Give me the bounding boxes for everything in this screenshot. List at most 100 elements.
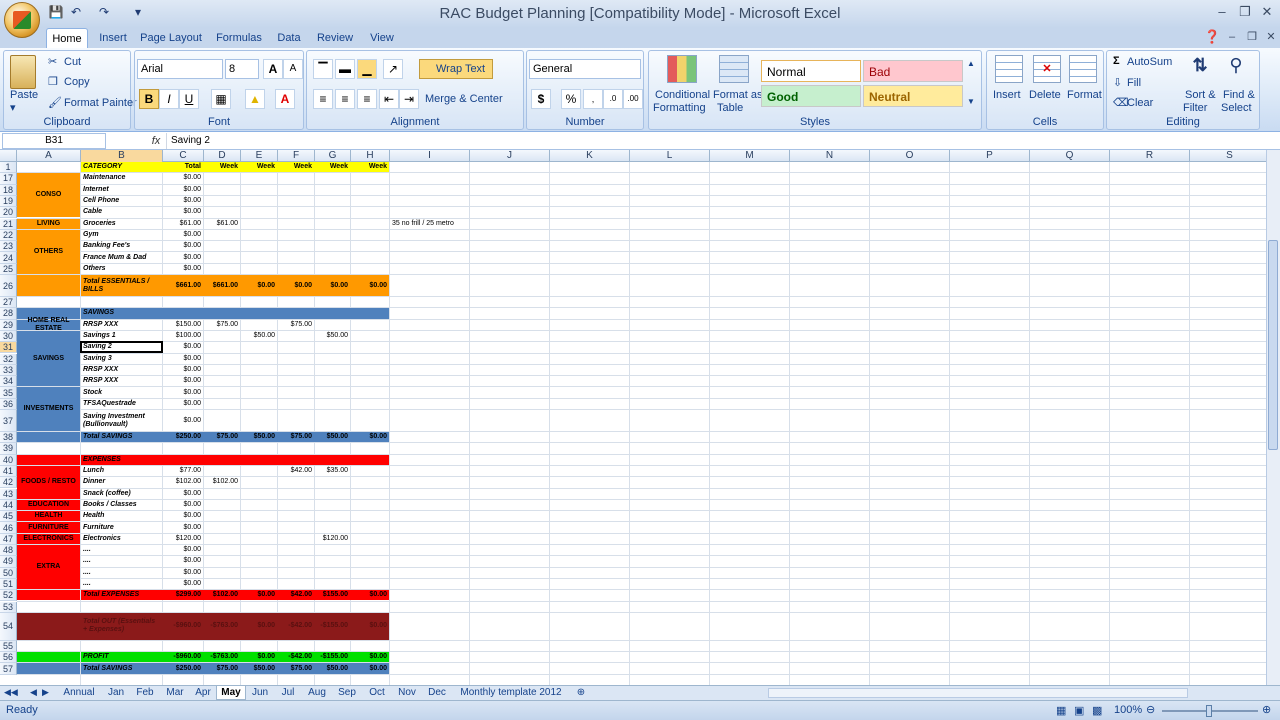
sheet-tab-feb[interactable]: Feb	[130, 686, 160, 700]
paste-icon[interactable]	[10, 55, 36, 89]
cell-value-g57[interactable]: $50.00	[315, 663, 350, 673]
find-select-label-2[interactable]: Select	[1221, 102, 1252, 114]
cell-value-c46[interactable]: $0.00	[163, 522, 203, 532]
tab-view[interactable]: View	[364, 28, 400, 48]
format-painter-button[interactable]: Format Painter	[64, 97, 137, 109]
cell-value-c42[interactable]: $102.00	[163, 477, 203, 487]
close-icon[interactable]: ✕	[1259, 4, 1275, 20]
cell-value-f38[interactable]: $75.00	[278, 432, 314, 442]
cell-value-c33[interactable]: $0.00	[163, 365, 203, 375]
italic-button[interactable]: I	[159, 89, 179, 109]
column-header-b[interactable]: B	[81, 150, 163, 162]
cell-category-b17[interactable]: Maintenance	[81, 173, 162, 183]
increase-decimal-icon[interactable]: .0	[603, 89, 623, 109]
row-header-56[interactable]: 56	[0, 652, 17, 664]
row-header-38[interactable]: 38	[0, 432, 17, 444]
align-right-icon[interactable]: ≡	[357, 89, 377, 109]
cell-category-b32[interactable]: Saving 3	[81, 354, 162, 364]
underline-button[interactable]: U	[179, 89, 199, 109]
row-header-25[interactable]: 25	[0, 263, 17, 275]
row-header-48[interactable]: 48	[0, 545, 17, 557]
cell-value-i21[interactable]: 35 no frill / 25 metro	[390, 219, 630, 229]
cell-value-g47[interactable]: $120.00	[315, 534, 350, 544]
row-header-46[interactable]: 46	[0, 522, 17, 534]
row-header-49[interactable]: 49	[0, 556, 17, 568]
column-header-k[interactable]: K	[550, 150, 630, 162]
decrease-indent-icon[interactable]: ⇤	[379, 89, 399, 109]
row-header-21[interactable]: 21	[0, 218, 17, 230]
insert-cells-button[interactable]: Insert	[993, 89, 1021, 101]
cell-value-c36[interactable]: $0.00	[163, 399, 203, 409]
wrap-text-button[interactable]: Wrap Text	[419, 59, 493, 79]
zoom-slider-thumb[interactable]	[1206, 705, 1212, 717]
cell-value-e38[interactable]: $50.00	[241, 432, 277, 442]
row-header-32[interactable]: 32	[0, 353, 17, 365]
cell-category-b42[interactable]: Dinner	[81, 477, 162, 487]
cell-category-b34[interactable]: RRSP XXX	[81, 376, 162, 386]
zoom-out-icon[interactable]: ⊖	[1146, 703, 1155, 716]
row-header-17[interactable]: 17	[0, 173, 17, 185]
cell-value-c41[interactable]: $77.00	[163, 466, 203, 476]
cell-value-g56[interactable]: -$155.00	[315, 652, 350, 662]
minimize-icon[interactable]: –	[1214, 4, 1230, 20]
cell-value-f29[interactable]: $75.00	[278, 320, 314, 330]
row-header-55[interactable]: 55	[0, 640, 17, 653]
formula-input[interactable]: Saving 2	[166, 133, 1266, 149]
undo-icon[interactable]: ↶	[68, 4, 84, 20]
cell-value-e57[interactable]: $50.00	[241, 663, 277, 673]
row-header-18[interactable]: 18	[0, 184, 17, 196]
cell-value-c49[interactable]: $0.00	[163, 556, 203, 566]
sort-filter-label-2[interactable]: Filter	[1183, 102, 1207, 114]
font-size-select[interactable]: 8	[225, 59, 259, 79]
cell-value-c54[interactable]: -$960.00	[163, 613, 203, 640]
style-bad[interactable]: Bad	[863, 60, 963, 82]
cell-value-e54[interactable]: $0.00	[241, 613, 277, 640]
cell-value-c23[interactable]: $0.00	[163, 241, 203, 251]
cell-category-b22[interactable]: Gym	[81, 230, 162, 240]
row-header-35[interactable]: 35	[0, 387, 17, 399]
cell-category-b45[interactable]: Health	[81, 511, 162, 521]
style-neutral[interactable]: Neutral	[863, 85, 963, 107]
cell-value-f1[interactable]: Week	[278, 162, 314, 172]
row-header-34[interactable]: 34	[0, 376, 17, 388]
cell-category-b1[interactable]: CATEGORY	[81, 162, 162, 172]
column-header-p[interactable]: P	[950, 150, 1030, 162]
cell-category-b25[interactable]: Others	[81, 264, 162, 274]
cell-value-c21[interactable]: $61.00	[163, 219, 203, 229]
tab-insert[interactable]: Insert	[94, 28, 132, 48]
style-normal[interactable]: Normal	[761, 60, 861, 82]
sheet-tab-annual[interactable]: Annual	[56, 686, 102, 700]
copy-button[interactable]: Copy	[64, 76, 90, 88]
cell-value-c51[interactable]: $0.00	[163, 579, 203, 589]
cell-value-c25[interactable]: $0.00	[163, 264, 203, 274]
customize-qat-icon[interactable]: ▾	[130, 4, 146, 20]
cell-value-c50[interactable]: $0.00	[163, 568, 203, 578]
column-header-q[interactable]: Q	[1030, 150, 1110, 162]
cell-value-c56[interactable]: -$960.00	[163, 652, 203, 662]
align-middle-icon[interactable]: ▬	[335, 59, 355, 79]
row-header-50[interactable]: 50	[0, 567, 17, 579]
clear-button[interactable]: Clear	[1127, 97, 1153, 109]
column-header-n[interactable]: N	[790, 150, 870, 162]
row-header-28[interactable]: 28	[0, 308, 17, 320]
cell-value-c47[interactable]: $120.00	[163, 534, 203, 544]
row-header-53[interactable]: 53	[0, 601, 17, 613]
column-header-i[interactable]: I	[390, 150, 470, 162]
row-header-44[interactable]: 44	[0, 499, 17, 512]
cell-value-h57[interactable]: $0.00	[351, 663, 389, 673]
cell-value-f57[interactable]: $75.00	[278, 663, 314, 673]
cell-value-h26[interactable]: $0.00	[351, 275, 389, 296]
help-icon[interactable]: ❓	[1204, 29, 1220, 45]
cell-value-d56[interactable]: -$763.00	[204, 652, 240, 662]
zoom-level[interactable]: 100%	[1114, 704, 1142, 716]
increase-indent-icon[interactable]: ⇥	[399, 89, 419, 109]
row-header-43[interactable]: 43	[0, 488, 17, 500]
align-bottom-icon[interactable]: ▁	[357, 59, 377, 79]
cell-category-b56[interactable]: PROFIT	[81, 652, 162, 662]
cell-value-c45[interactable]: $0.00	[163, 511, 203, 521]
cell-category-b18[interactable]: Internet	[81, 185, 162, 195]
row-header-36[interactable]: 36	[0, 398, 17, 410]
decrease-decimal-icon[interactable]: .00	[623, 89, 643, 109]
cell-category-b43[interactable]: Snack (coffee)	[81, 489, 162, 499]
cell-value-c24[interactable]: $0.00	[163, 252, 203, 262]
